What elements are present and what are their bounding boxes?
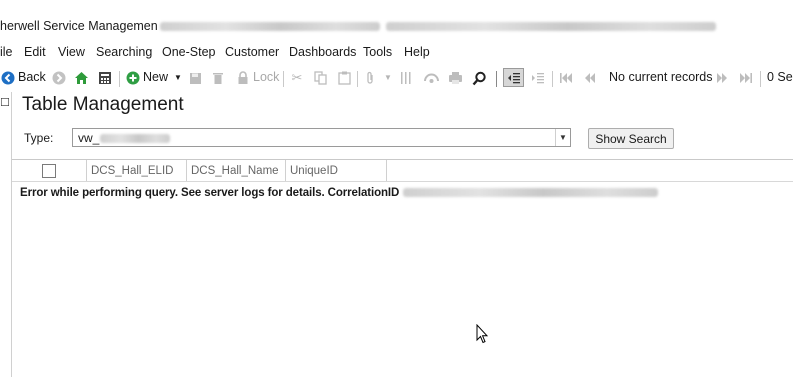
first-record-icon[interactable] (558, 70, 574, 86)
select-all-cell[interactable] (12, 160, 87, 181)
copy-icon[interactable] (312, 70, 328, 86)
home-icon[interactable] (73, 70, 89, 86)
toolbar-separator (283, 71, 284, 87)
columns-icon[interactable] (398, 70, 414, 86)
grid-header: DCS_Hall_ELID DCS_Hall_Name UniqueID (12, 160, 793, 182)
type-label: Type: (24, 131, 54, 145)
type-select[interactable]: vw_ ▼ (72, 128, 571, 147)
print-icon[interactable] (447, 70, 463, 86)
toolbar: Back New ▼ Lock ✂ ▼ No current records 0… (0, 66, 793, 91)
toolbar-separator (552, 71, 553, 87)
redacted-correlation-id (403, 188, 659, 198)
menu-one-step[interactable]: One-Step (162, 45, 216, 59)
menu-dashboards[interactable]: Dashboards (289, 45, 356, 59)
delete-icon[interactable] (210, 70, 226, 86)
pane-pin-icon[interactable]: ☐ (0, 96, 10, 109)
chevron-down-icon[interactable]: ▼ (555, 129, 570, 146)
next-record-icon[interactable] (714, 70, 730, 86)
task-pane-strip[interactable]: ☐ (0, 92, 12, 377)
redacted-title-part (385, 22, 716, 32)
error-message-text: Error while performing query. See server… (20, 187, 400, 199)
previous-record-icon[interactable] (582, 70, 598, 86)
select-all-checkbox[interactable] (42, 164, 56, 178)
new-button[interactable]: New (143, 70, 168, 84)
back-button[interactable]: Back (18, 70, 46, 84)
lock-icon[interactable] (235, 70, 251, 86)
toolbar-separator (357, 71, 358, 87)
menu-help[interactable]: Help (404, 45, 430, 59)
record-status: No current records (609, 70, 713, 84)
toolbar-separator (119, 71, 120, 87)
menu-customer[interactable]: Customer (225, 45, 279, 59)
menu-tools[interactable]: Tools (363, 45, 392, 59)
mouse-cursor-icon (476, 323, 489, 349)
calculator-icon[interactable] (97, 70, 113, 86)
attachment-icon[interactable] (362, 70, 378, 86)
indent-right-icon[interactable] (530, 70, 546, 86)
search-icon[interactable] (471, 70, 487, 86)
redacted-title-part (159, 22, 380, 32)
toolbar-separator (760, 71, 761, 87)
type-value-text: vw_ (78, 131, 100, 145)
window-title-text: herwell Service Managemen (0, 19, 158, 33)
column-header[interactable]: UniqueID (286, 160, 387, 181)
toolbar-grip (496, 71, 497, 87)
new-dropdown-icon[interactable]: ▼ (170, 70, 186, 86)
title-bar: herwell Service Managemen (0, 0, 793, 44)
menu-bar: ile Edit View Searching One-Step Custome… (0, 42, 793, 64)
cut-icon[interactable]: ✂ (289, 70, 305, 86)
back-arrow-icon[interactable] (0, 70, 16, 86)
menu-searching[interactable]: Searching (96, 45, 152, 59)
paste-icon[interactable] (336, 70, 352, 86)
selected-count: 0 Se (767, 70, 793, 84)
menu-edit[interactable]: Edit (24, 45, 46, 59)
lock-button[interactable]: Lock (253, 70, 279, 84)
forward-arrow-icon[interactable] (51, 70, 67, 86)
view-icon[interactable] (423, 70, 439, 86)
save-icon[interactable] (187, 70, 203, 86)
attachment-dropdown-icon[interactable]: ▼ (380, 70, 396, 86)
menu-view[interactable]: View (58, 45, 85, 59)
column-header[interactable]: DCS_Hall_Name (187, 160, 286, 181)
last-record-icon[interactable] (738, 70, 754, 86)
show-search-button[interactable]: Show Search (588, 128, 674, 149)
menu-file[interactable]: ile (0, 45, 13, 59)
new-plus-icon[interactable] (125, 70, 141, 86)
type-select-value: vw_ (78, 131, 171, 145)
page-title: Table Management (22, 94, 184, 115)
window-title: herwell Service Managemen (0, 19, 716, 33)
column-header[interactable]: DCS_Hall_ELID (87, 160, 187, 181)
error-message: Error while performing query. See server… (20, 187, 659, 199)
indent-left-icon[interactable] (503, 68, 524, 87)
redacted-type-name (100, 134, 171, 144)
